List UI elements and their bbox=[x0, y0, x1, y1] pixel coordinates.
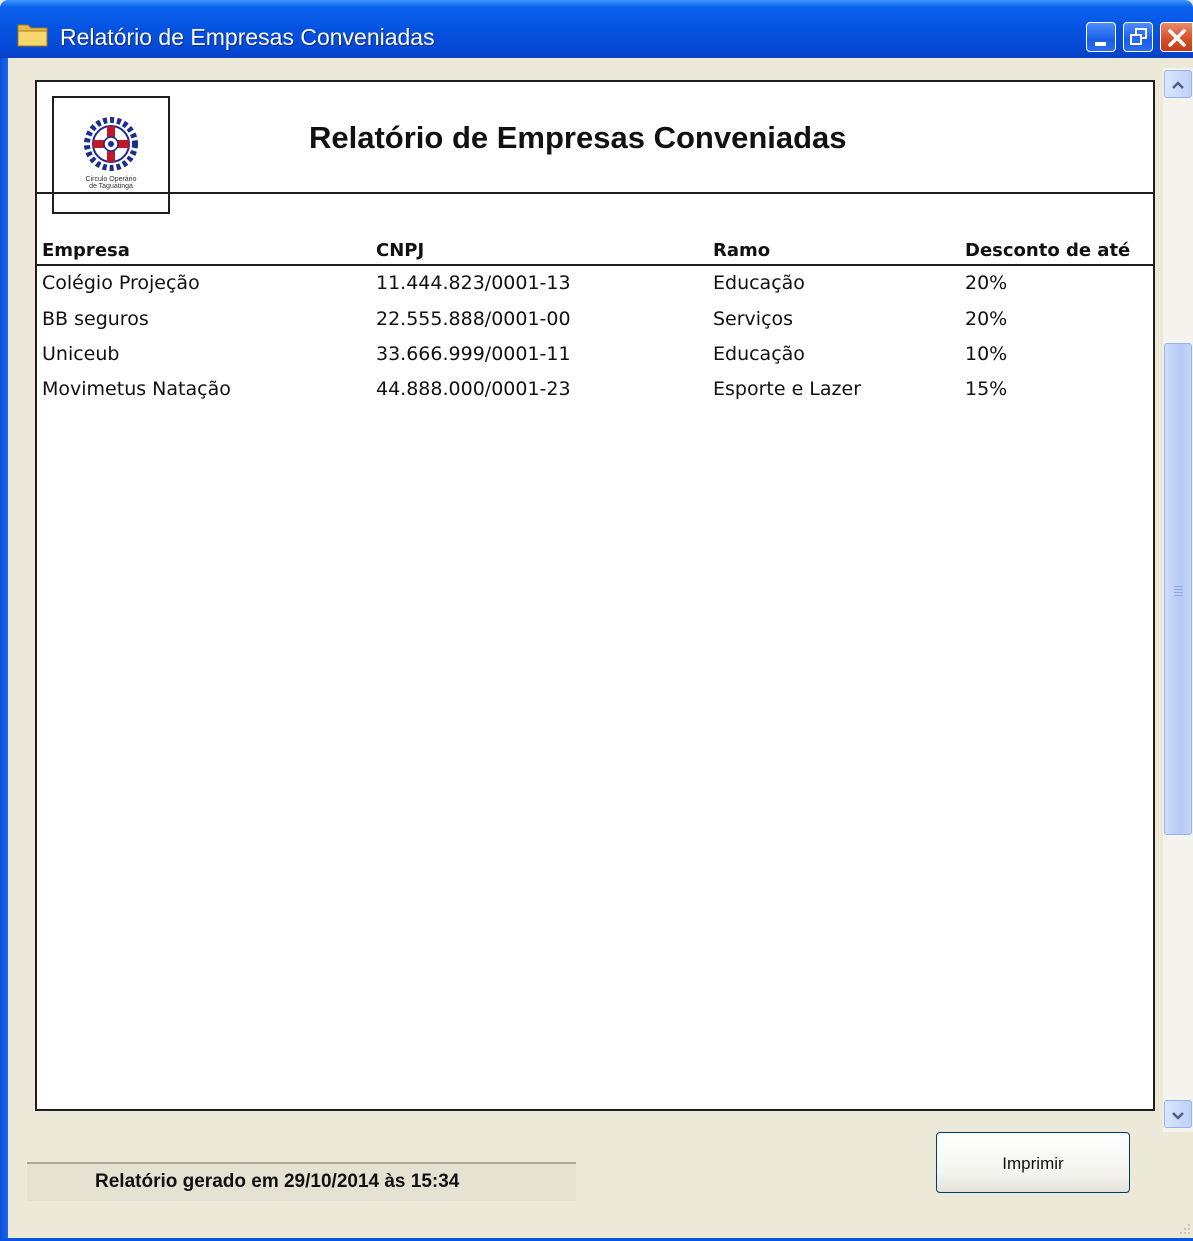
minimize-icon bbox=[1095, 42, 1106, 46]
cell-cnpj: 22.555.888/0001-00 bbox=[376, 308, 571, 330]
title-bar[interactable]: Relatório de Empresas Conveniadas bbox=[0, 0, 1193, 58]
header-divider bbox=[37, 192, 1153, 194]
cell-ramo: Esporte e Lazer bbox=[713, 378, 862, 400]
cell-desconto: 10% bbox=[965, 343, 1008, 365]
column-header-cnpj: CNPJ bbox=[376, 240, 425, 261]
logo: Circulo Operário de Taguatinga bbox=[52, 96, 170, 214]
report-viewer: Circulo Operário de Taguatinga Relatório… bbox=[35, 80, 1155, 1111]
cell-empresa: Colégio Projeção bbox=[42, 272, 200, 294]
cell-cnpj: 33.666.999/0001-11 bbox=[376, 343, 571, 365]
scrollbar-thumb[interactable] bbox=[1164, 343, 1192, 835]
cell-desconto: 15% bbox=[965, 378, 1008, 400]
cell-empresa: BB seguros bbox=[42, 308, 149, 330]
column-header-ramo: Ramo bbox=[713, 240, 771, 261]
scroll-up-button[interactable] bbox=[1164, 70, 1192, 98]
report-window: Relatório de Empresas Conveniadas Circul… bbox=[0, 0, 1193, 1238]
gear-logo-icon bbox=[80, 116, 142, 177]
chevron-down-icon bbox=[1171, 1109, 1185, 1127]
logo-caption: Circulo Operário de Taguatinga bbox=[85, 176, 137, 190]
cell-empresa: Uniceub bbox=[42, 343, 120, 365]
vertical-scrollbar[interactable] bbox=[1163, 68, 1193, 1132]
status-text: Relatório gerado em 29/10/2014 às 15:34 bbox=[95, 1171, 460, 1192]
status-bar: Relatório gerado em 29/10/2014 às 15:34 bbox=[27, 1164, 576, 1201]
cell-desconto: 20% bbox=[965, 272, 1008, 294]
column-header-divider bbox=[37, 264, 1153, 266]
chevron-up-icon bbox=[1171, 78, 1185, 96]
cell-ramo: Educação bbox=[713, 343, 805, 365]
cell-desconto: 20% bbox=[965, 308, 1008, 330]
close-button[interactable] bbox=[1160, 22, 1193, 52]
restore-button[interactable] bbox=[1123, 22, 1153, 52]
restore-icon bbox=[1130, 28, 1148, 51]
report-title: Relatório de Empresas Conveniadas bbox=[309, 120, 847, 155]
cell-ramo: Educação bbox=[713, 272, 805, 294]
print-button[interactable]: Imprimir bbox=[936, 1132, 1130, 1193]
close-icon bbox=[1167, 28, 1187, 53]
cell-ramo: Serviços bbox=[713, 308, 794, 330]
cell-empresa: Movimetus Natação bbox=[42, 378, 231, 400]
cell-cnpj: 44.888.000/0001-23 bbox=[376, 378, 571, 400]
window-title: Relatório de Empresas Conveniadas bbox=[60, 24, 435, 50]
minimize-button[interactable] bbox=[1086, 22, 1116, 52]
scroll-down-button[interactable] bbox=[1164, 1100, 1192, 1128]
resize-grip-icon[interactable] bbox=[1178, 1222, 1192, 1241]
folder-icon bbox=[16, 20, 50, 48]
window-left-border bbox=[0, 58, 8, 1238]
cell-cnpj: 11.444.823/0001-13 bbox=[376, 272, 571, 294]
column-header-desconto: Desconto de até bbox=[965, 240, 1131, 261]
column-header-empresa: Empresa bbox=[42, 240, 130, 261]
